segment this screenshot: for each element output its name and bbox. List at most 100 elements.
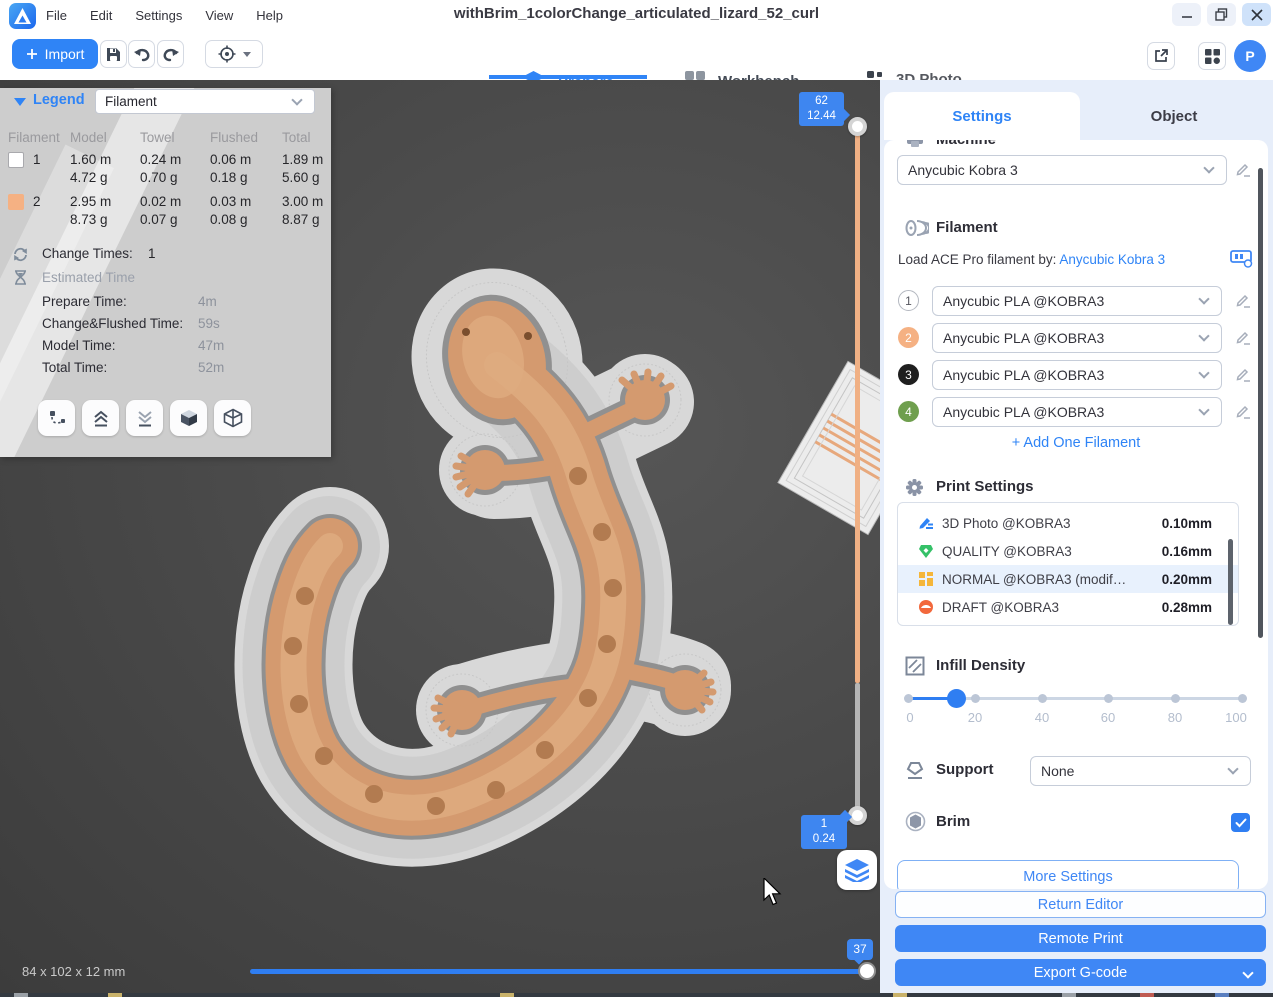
filament-1-id: 1 [33,152,41,167]
filament-2-id: 2 [33,194,41,209]
ace-device-icon[interactable] [1230,248,1254,273]
object-tab-label: Object [1150,107,1198,125]
restore-button[interactable] [1207,3,1236,26]
legend-panel: Legend Filament Filament Model Towel Flu… [0,88,331,457]
layer-slider-track-colored[interactable] [855,126,860,683]
move-slider-track[interactable] [250,969,868,974]
load-ace-link[interactable]: Anycubic Kobra 3 [1059,252,1165,267]
title-bar: File Edit Settings View Help withBrim_1c… [0,0,1273,30]
print-setting-normal-selected[interactable]: NORMAL @KOBRA3 (modif… 0.20mm [898,565,1238,593]
filament-slot-3-badge: 3 [898,364,919,385]
jump-bottom-button[interactable] [126,400,163,436]
print-setting-draft[interactable]: DRAFT @KOBRA3 0.28mm [898,593,1238,621]
filament-slot-4-select[interactable]: Anycubic PLA @KOBRA3 [932,397,1222,427]
taskbar-speck [108,993,122,997]
remote-print-button[interactable]: Remote Print [895,925,1266,952]
infill-dot-40[interactable] [1038,694,1047,703]
external-link-button[interactable] [1147,42,1175,70]
jump-top-button[interactable] [82,400,119,436]
edit-filament-2-icon[interactable] [1235,329,1251,350]
cell: 0.02 m [140,194,182,209]
tab-settings[interactable]: Settings [884,92,1080,140]
filament-2-swatch[interactable] [8,194,24,210]
avatar[interactable]: P [1234,40,1266,72]
print-setting-quality[interactable]: QUALITY @KOBRA3 0.16mm [898,537,1238,565]
print-setting-3d-photo[interactable]: 3D Photo @KOBRA3 0.10mm [898,509,1238,537]
support-select[interactable]: None [1030,756,1251,786]
travel-path-button[interactable] [38,400,75,436]
more-settings-button[interactable]: More Settings [897,860,1239,889]
return-editor-button[interactable]: Return Editor [895,891,1266,918]
remote-print-label: Remote Print [1038,930,1123,947]
caret-down-icon [242,51,251,57]
redo-button[interactable] [157,40,184,68]
import-label: Import [44,46,85,62]
close-button[interactable] [1242,3,1271,26]
infill-handle[interactable] [947,689,966,708]
col-flushed: Flushed [210,130,259,145]
export-gcode-button[interactable]: Export G-code [895,959,1266,986]
cell: 3.00 m [282,194,324,209]
move-slider-handle[interactable] [858,962,876,980]
filament-1-swatch[interactable] [8,152,24,168]
more-settings-label: More Settings [1023,869,1113,885]
orientation-target-icon [218,45,235,63]
legend-mode-select[interactable]: Filament [95,89,315,114]
filament-slot-4-badge: 4 [898,401,919,422]
minimize-button[interactable] [1172,3,1201,26]
cell: 0.70 g [140,170,178,185]
move-slider-badge: 37 [847,939,873,965]
orientation-dropdown[interactable] [205,40,263,68]
preset-layer-height: 0.20mm [1161,571,1212,587]
solid-view-button[interactable] [170,400,207,436]
taskbar-sliver [0,993,1273,997]
add-filament-button[interactable]: + Add One Filament [884,435,1268,451]
layer-slider-bottom-badge: 1 0.24 [801,809,853,849]
infill-dot-80[interactable] [1171,694,1180,703]
import-button[interactable]: Import [12,39,98,69]
cell: 4.72 g [70,170,108,185]
infill-slider[interactable] [904,688,1247,710]
filament-slot-1-select[interactable]: Anycubic PLA @KOBRA3 [932,286,1222,316]
edit-filament-1-icon[interactable] [1235,292,1251,313]
edit-filament-4-icon[interactable] [1235,403,1251,424]
layer-view-button[interactable] [837,850,877,890]
tab-object[interactable]: Object [1080,92,1268,140]
legend-collapse-caret[interactable] [14,98,26,106]
filament-slot-2-select[interactable]: Anycubic PLA @KOBRA3 [932,323,1222,353]
layer-slider-track-gray[interactable] [855,683,860,815]
model-time-label: Model Time: [42,338,116,353]
brim-checkbox[interactable] [1231,813,1250,832]
preset-layer-height: 0.28mm [1161,599,1212,615]
infill-dot-60[interactable] [1104,694,1113,703]
infill-dot-0[interactable] [904,694,913,703]
slot-preset: Anycubic PLA @KOBRA3 [943,404,1105,420]
restore-icon [1215,8,1228,21]
prepare-time-label: Prepare Time: [42,294,127,309]
layer-slider-top-handle[interactable] [848,117,867,136]
apps-grid-button[interactable] [1198,42,1226,70]
save-button[interactable] [100,40,127,68]
viewport-3d[interactable]: 62 12.44 1 0.24 Legend Filament Filament… [0,80,880,997]
tick-20: 20 [967,710,983,725]
edit-filament-3-icon[interactable] [1235,366,1251,387]
machine-select[interactable]: Anycubic Kobra 3 [897,155,1227,185]
chevron-down-icon [1198,330,1210,342]
change-flushed-label: Change&Flushed Time: [42,316,184,331]
print-settings-scrollbar[interactable] [1228,539,1233,625]
filament-slot-3-select[interactable]: Anycubic PLA @KOBRA3 [932,360,1222,390]
panel-scrollbar[interactable] [1258,168,1263,638]
undo-button[interactable] [128,40,155,68]
slot-preset: Anycubic PLA @KOBRA3 [943,293,1105,309]
wireframe-view-button[interactable] [214,400,251,436]
print-settings-heading: Print Settings [936,478,1034,495]
taskbar-speck [1215,993,1229,997]
taskbar-speck [893,993,907,997]
refresh-icon [12,246,29,268]
taskbar-speck [500,993,514,997]
edit-machine-icon[interactable] [1235,161,1251,182]
chevrons-down-icon [137,411,152,427]
infill-dot-100[interactable] [1238,694,1247,703]
slot-number: 3 [905,367,912,382]
infill-dot-20[interactable] [971,694,980,703]
